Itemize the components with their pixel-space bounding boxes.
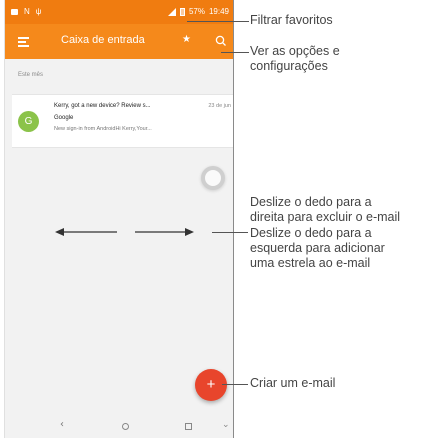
phone-screen: N ψ 57% 19:49 Caixa de entrada ★ Este mê… — [4, 0, 234, 438]
clock: 19:49 — [208, 7, 229, 16]
back-icon[interactable]: ‹ — [60, 419, 64, 430]
callout-line-compose — [222, 384, 248, 385]
star-icon[interactable]: ★ — [182, 34, 191, 45]
nfc-icon: N — [24, 7, 30, 16]
swipe-arrows — [55, 228, 194, 236]
avatar: G — [18, 111, 39, 132]
app-bar: Caixa de entrada ★ — [5, 24, 233, 59]
home-icon[interactable] — [122, 423, 129, 430]
arrow-right-icon — [135, 228, 194, 236]
email-preview: New sign-in from AndroidHi Kerry,Your... — [54, 126, 152, 132]
callout-filter-favorites: Filtrar favoritos — [250, 13, 333, 27]
menu-icon[interactable] — [18, 37, 29, 47]
signal-icon — [167, 7, 176, 16]
email-date: 23 de jun — [208, 103, 231, 109]
navigation-bar: ‹ ⌄ — [5, 414, 233, 438]
callout-line-favorites — [187, 21, 249, 22]
refresh-icon — [201, 166, 225, 190]
chevron-down-icon[interactable]: ⌄ — [222, 420, 230, 430]
callout-swipe-left: Deslize o dedo para a esquerda para adic… — [250, 226, 385, 270]
email-sender: Google — [54, 115, 74, 121]
compose-button[interactable]: + — [195, 369, 227, 401]
section-label: Este mês — [18, 72, 44, 78]
status-system: 57% 19:49 — [167, 7, 229, 16]
status-notifications: N ψ — [11, 8, 41, 16]
email-list-item[interactable]: G Kerry, got a new device? Review s... 2… — [12, 94, 233, 148]
battery-icon — [179, 7, 185, 16]
page-title: Caixa de entrada — [61, 34, 145, 46]
notification-icon — [11, 9, 18, 15]
callout-compose: Criar um e-mail — [250, 376, 336, 390]
recents-icon[interactable] — [185, 423, 192, 430]
callout-line-swipe — [212, 232, 248, 233]
search-icon[interactable] — [214, 34, 228, 48]
arrow-left-icon — [55, 228, 117, 236]
callout-options: Ver as opções e configurações — [250, 44, 340, 73]
email-subject: Kerry, got a new device? Review s... — [54, 103, 151, 109]
usb-icon: ψ — [35, 7, 42, 16]
callout-line-options — [221, 52, 249, 53]
callout-swipe-right: Deslize o dedo para a direita para exclu… — [250, 195, 401, 224]
battery-percent: 57% — [188, 7, 205, 16]
